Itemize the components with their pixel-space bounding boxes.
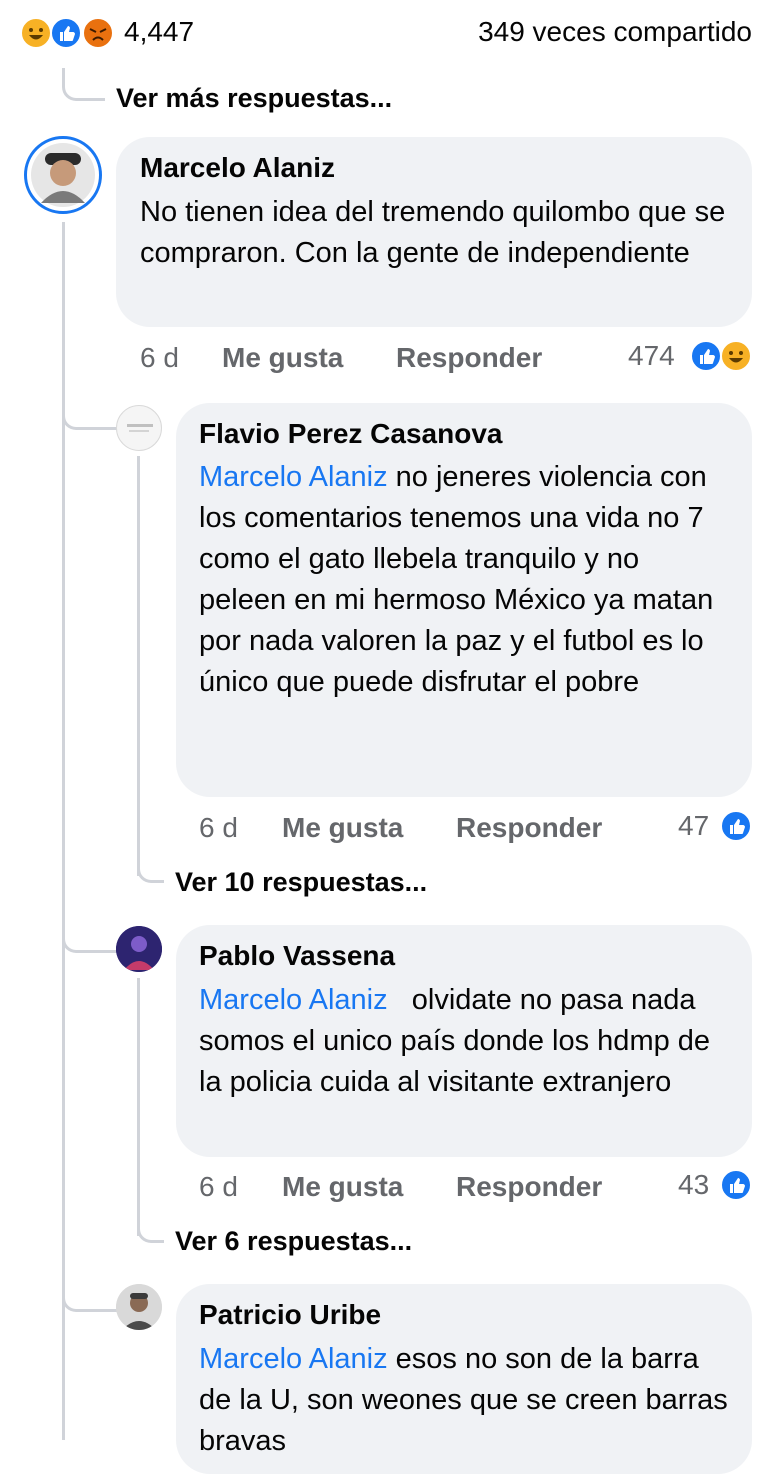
- like-button[interactable]: Me gusta: [222, 342, 343, 374]
- thread-line-reply: [137, 978, 140, 1236]
- comment-body: no jeneres violencia con los comentarios…: [199, 461, 714, 698]
- reply-button[interactable]: Responder: [456, 1171, 602, 1203]
- like-icon: [690, 340, 722, 372]
- haha-icon: [20, 17, 52, 49]
- comment-text: No tienen idea del tremendo quilombo que…: [140, 196, 726, 269]
- like-button[interactable]: Me gusta: [282, 812, 403, 844]
- view-replies-link[interactable]: Ver 10 respuestas...: [175, 866, 427, 898]
- haha-icon: [720, 340, 752, 372]
- reply-connector: [137, 850, 164, 883]
- comment-text: Marcelo Alaniz olvidate no pasa nada som…: [199, 980, 734, 1103]
- reaction-count: 43: [678, 1169, 710, 1200]
- reply-connector: [62, 395, 117, 430]
- avatar[interactable]: [116, 405, 162, 451]
- reaction-count: 47: [678, 810, 710, 841]
- reply-button[interactable]: Responder: [396, 342, 542, 374]
- mention-link[interactable]: Marcelo Alaniz: [199, 461, 388, 493]
- reply-connector: [62, 1277, 117, 1312]
- comment-author[interactable]: Flavio Perez Casanova: [199, 418, 502, 450]
- view-more-replies-link[interactable]: Ver más respuestas...: [116, 82, 392, 114]
- thread-line-reply: [137, 456, 140, 876]
- comment-author[interactable]: Pablo Vassena: [199, 940, 395, 972]
- comment-author[interactable]: Marcelo Alaniz: [140, 152, 335, 184]
- angry-icon: [82, 17, 114, 49]
- like-icon: [720, 810, 752, 842]
- comment-text: Marcelo Alaniz no jeneres violencia con …: [199, 457, 734, 703]
- reply-connector: [62, 918, 117, 953]
- reply-button[interactable]: Responder: [456, 812, 602, 844]
- like-icon: [50, 17, 82, 49]
- reply-connector: [137, 1210, 164, 1243]
- shares-count[interactable]: 349 veces compartido: [478, 16, 752, 48]
- reaction-count: 474: [628, 340, 675, 371]
- mention-link[interactable]: Marcelo Alaniz: [199, 1343, 388, 1375]
- comment-time[interactable]: 6 d: [199, 1171, 238, 1203]
- comment-author[interactable]: Patricio Uribe: [199, 1299, 381, 1331]
- avatar[interactable]: [24, 136, 102, 214]
- like-button[interactable]: Me gusta: [282, 1171, 403, 1203]
- thread-connector: [62, 68, 105, 101]
- view-replies-link[interactable]: Ver 6 respuestas...: [175, 1225, 412, 1257]
- comment-time[interactable]: 6 d: [140, 342, 179, 374]
- reaction-count: 4,447: [124, 16, 195, 47]
- mention-link[interactable]: Marcelo Alaniz: [199, 984, 388, 1016]
- avatar[interactable]: [116, 926, 162, 972]
- avatar[interactable]: [116, 1284, 162, 1330]
- comment-text: Marcelo Alaniz esos no son de la barra d…: [199, 1339, 734, 1462]
- like-icon: [720, 1169, 752, 1201]
- comment-time[interactable]: 6 d: [199, 812, 238, 844]
